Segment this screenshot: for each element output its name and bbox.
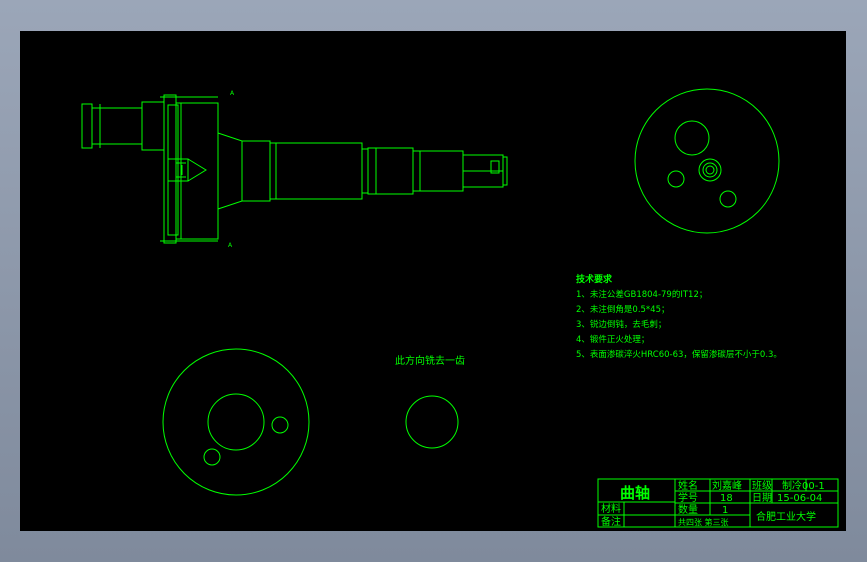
tech-requirements: 技术要求 1、未注公差GB1804-79的IT12； 2、未注倒角是0.5*45… xyxy=(576,273,782,360)
qty-label: 数量 xyxy=(678,503,698,516)
id-label: 学号 xyxy=(678,491,698,504)
end-view-circle xyxy=(634,88,780,234)
section-mark-top: A xyxy=(230,90,235,97)
tech-item: 1、未注公差GB1804-79的IT12； xyxy=(576,289,707,300)
date-label: 日期 xyxy=(752,492,772,504)
drawing-canvas: A A 此方向铣去一齿 技术要求 1、未注公差GB1804-79的IT12； 2… xyxy=(20,31,846,531)
class-value: 制冷00-1 xyxy=(782,479,825,492)
tech-item: 2、未注倒角是0.5*45； xyxy=(576,304,670,315)
section-mark-bottom: A xyxy=(228,242,233,249)
class-label: 班级 xyxy=(752,480,772,492)
qty-value: 1 xyxy=(722,505,728,516)
date-value: 15-06-04 xyxy=(777,493,822,504)
remark-label: 备注 xyxy=(601,515,621,528)
name-value: 刘嘉峰 xyxy=(712,479,742,492)
tech-item: 4、锻件正火处理； xyxy=(576,334,649,345)
material-label: 材料 xyxy=(601,502,621,515)
crankshaft-side-view xyxy=(81,94,508,244)
name-label: 姓名 xyxy=(678,479,698,492)
id-value: 18 xyxy=(720,493,733,504)
sheet-info: 共四张 第三张 xyxy=(678,517,729,527)
part-name: 曲轴 xyxy=(620,484,650,502)
mill-tooth-note: 此方向铣去一齿 xyxy=(395,354,465,367)
section-view-circle xyxy=(162,348,459,496)
cad-drawing: A A 此方向铣去一齿 技术要求 1、未注公差GB1804-79的IT12； 2… xyxy=(81,88,839,528)
school-name: 合肥工业大学 xyxy=(756,510,816,523)
tech-item: 3、锐边倒钝，去毛刺； xyxy=(576,319,666,330)
tech-title: 技术要求 xyxy=(576,273,613,285)
tech-item: 5、表面渗碳淬火HRC60-63，保留渗碳层不小于0.3。 xyxy=(576,349,782,360)
